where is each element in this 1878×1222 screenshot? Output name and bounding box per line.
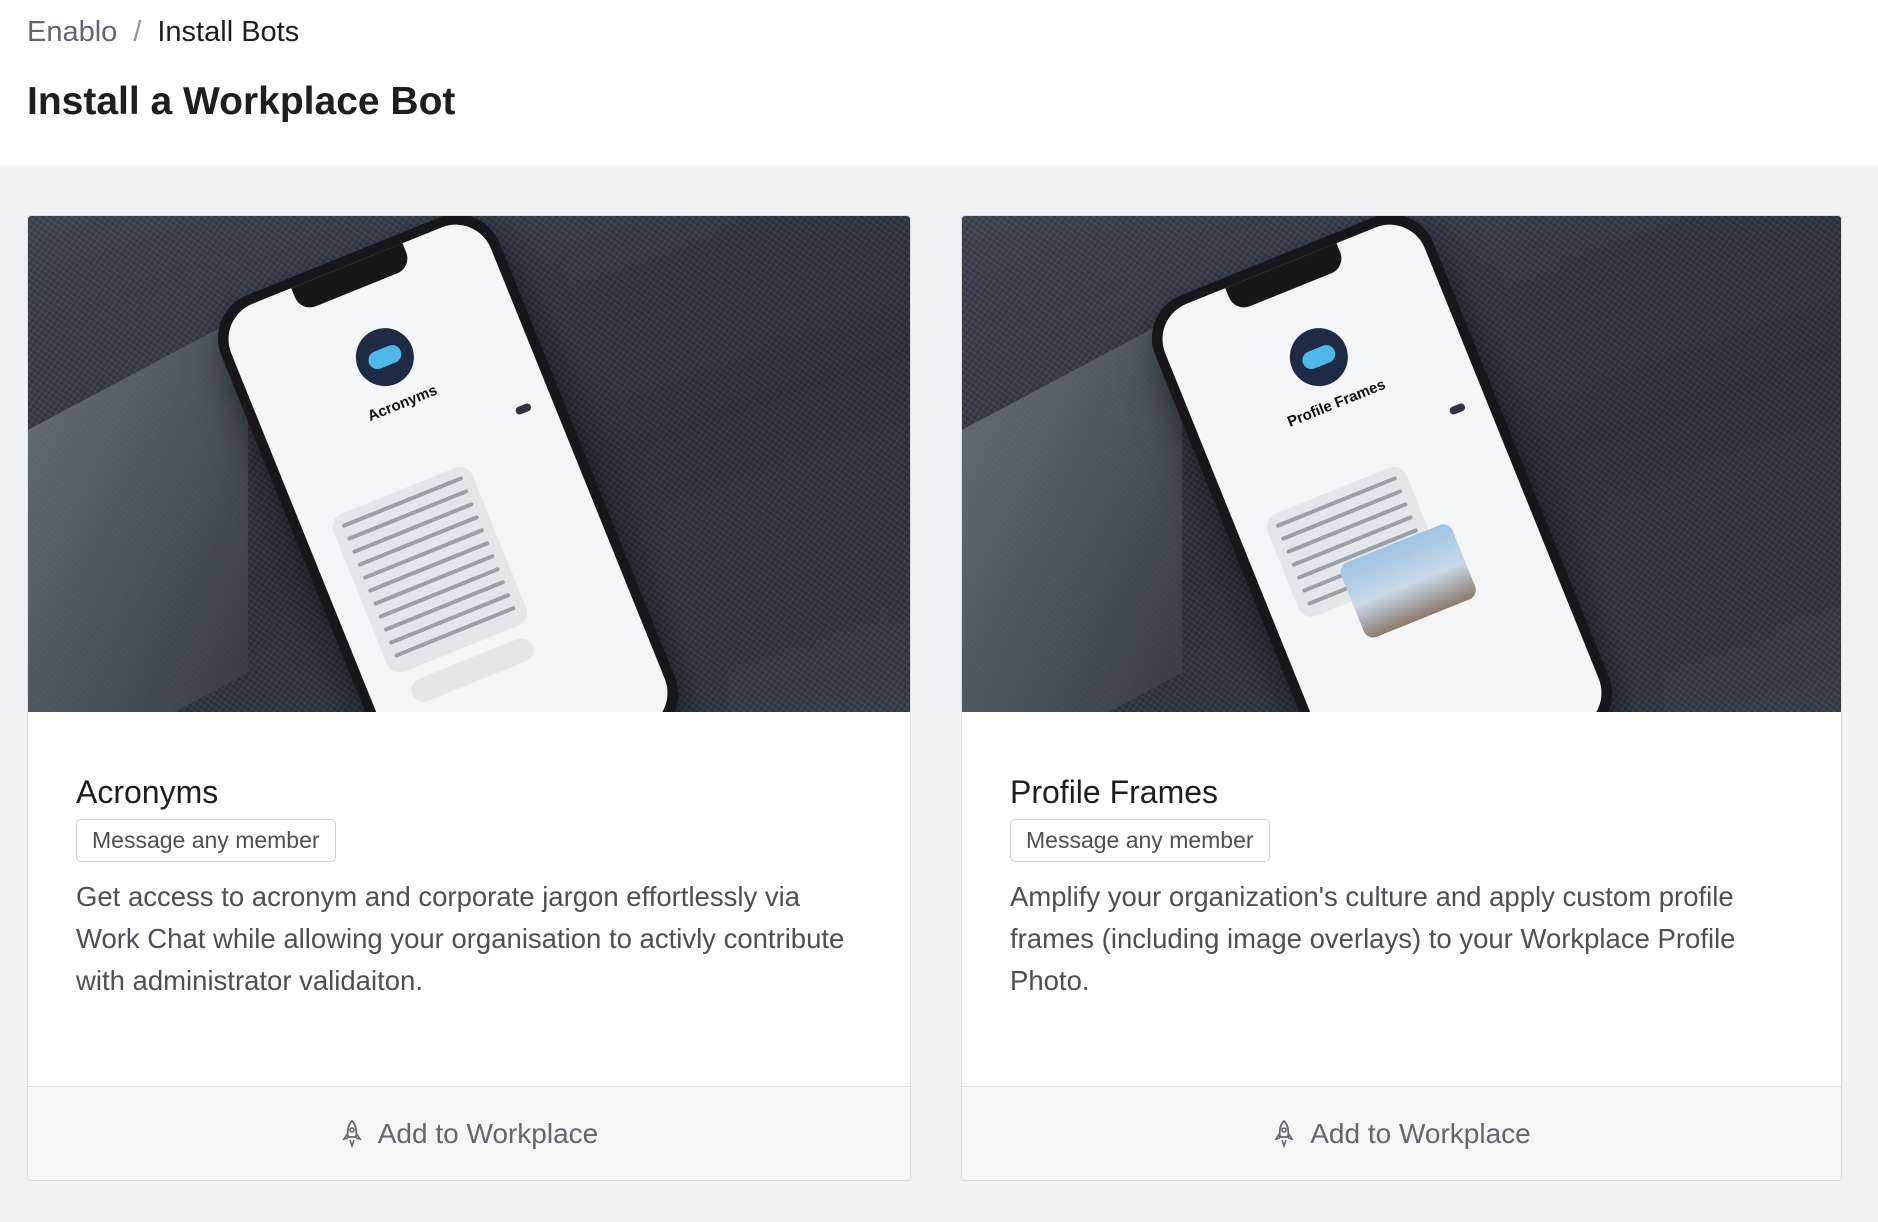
- breadcrumb-current: Install Bots: [157, 16, 300, 48]
- page-title: Install a Workplace Bot: [27, 80, 456, 123]
- add-to-workplace-button[interactable]: Add to Workplace: [28, 1086, 910, 1180]
- bot-card-acronyms: Acronyms Acronyms Message any member Get…: [27, 215, 911, 1181]
- bot-description: Get access to acronym and corporate jarg…: [76, 881, 845, 996]
- breadcrumb: Enablo / Install Bots: [27, 16, 299, 49]
- permission-badge: Message any member: [76, 819, 336, 862]
- bot-hero-image: Acronyms: [28, 216, 910, 712]
- breadcrumb-root-link[interactable]: Enablo: [27, 16, 117, 49]
- phone-mockup: Acronyms: [204, 216, 692, 712]
- bot-description: Amplify your organization's culture and …: [1010, 881, 1736, 996]
- bot-name: Acronyms: [76, 774, 219, 810]
- bot-avatar-icon: [347, 319, 423, 395]
- bot-name: Profile Frames: [1010, 774, 1219, 810]
- breadcrumb-separator: /: [133, 16, 142, 48]
- bot-avatar-icon: [1281, 319, 1357, 395]
- bot-card-list: Acronyms Acronyms Message any member Get…: [27, 215, 1842, 1181]
- rocket-icon: [1274, 1119, 1295, 1149]
- add-to-workplace-label: Add to Workplace: [1310, 1117, 1531, 1149]
- rocket-icon: [341, 1119, 362, 1149]
- add-to-workplace-label: Add to Workplace: [377, 1117, 599, 1149]
- permission-badge: Message any member: [1010, 819, 1270, 862]
- add-to-workplace-button[interactable]: Add to Workplace: [962, 1086, 1841, 1180]
- page-header: Enablo / Install Bots Install a Workplac…: [0, 0, 1878, 166]
- bot-card-profile-frames: Profile Frames Profile Frames Message an…: [961, 215, 1842, 1181]
- bot-hero-image: Profile Frames: [962, 216, 1841, 712]
- phone-mockup: Profile Frames: [1138, 216, 1626, 712]
